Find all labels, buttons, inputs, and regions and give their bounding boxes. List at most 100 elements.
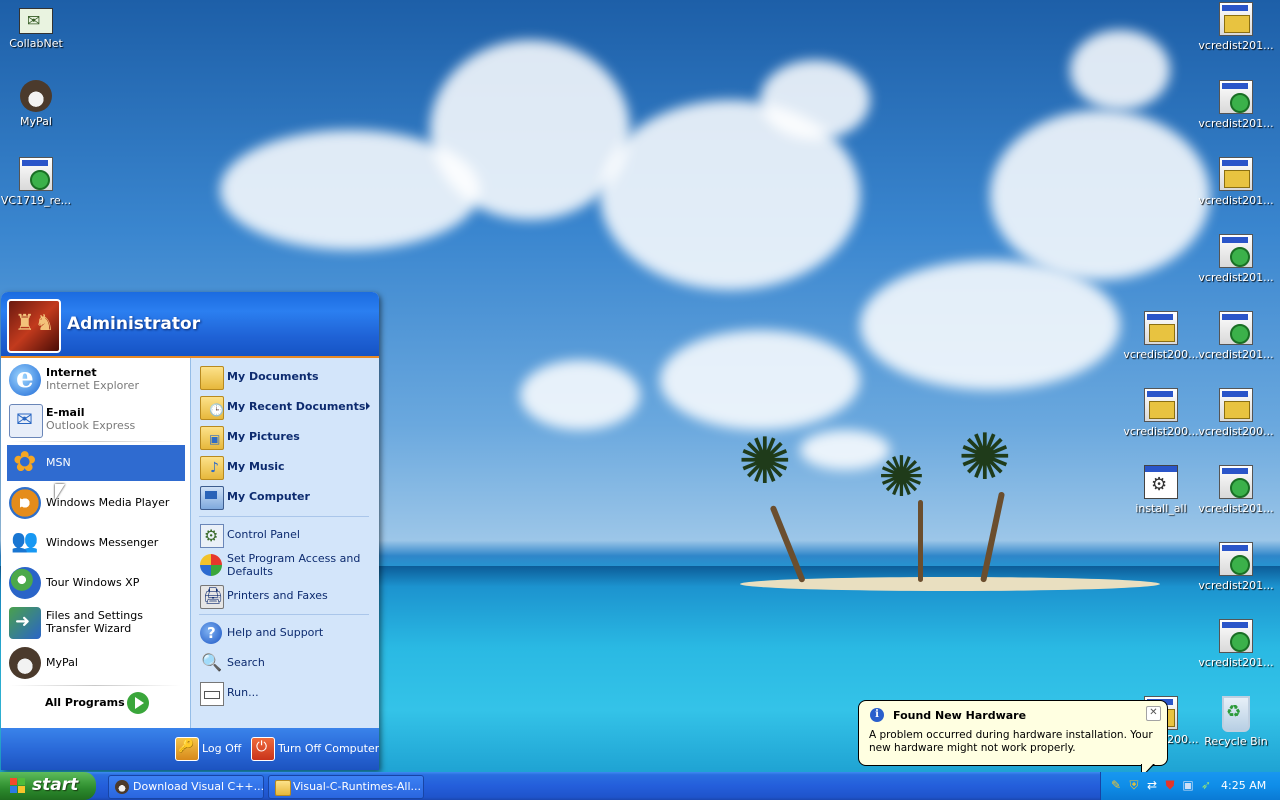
start-item-my-recent-documents[interactable]: My Recent Documents (198, 393, 376, 421)
installer-icon (1219, 311, 1253, 345)
display-icon[interactable]: ▣ (1181, 778, 1195, 792)
start-item-tour[interactable]: Tour Windows XP (7, 565, 185, 601)
taskbar-item-folder[interactable]: Visual-C-Runtimes-All... (268, 775, 424, 799)
taskbar-item-label: Visual-C-Runtimes-All... (293, 780, 421, 793)
collabnet-icon (19, 8, 53, 34)
palm-tree-leaves: ✺ (878, 445, 925, 510)
desktop-icon-install-all[interactable]: install_all (1123, 465, 1199, 515)
desktop-icon-label: install_all (1135, 502, 1187, 515)
taskbar-item-label: Download Visual C++... (133, 780, 265, 793)
item-label: Search (227, 656, 265, 669)
palm-tree (918, 500, 923, 582)
desktop-icon-vcredist[interactable]: vcredist201... (1198, 619, 1274, 669)
start-item-transfer-wizard[interactable]: Files and Settings Transfer Wizard (7, 605, 185, 641)
desktop-icon-vcredist[interactable]: vcredist201... (1198, 2, 1274, 52)
all-programs-label[interactable]: All Programs (45, 696, 125, 709)
firewall-icon[interactable]: ⛊ (1163, 778, 1177, 792)
logo-quadrant (10, 786, 17, 793)
desktop-icon-label: vcredist200... (1123, 348, 1199, 361)
wallpaper-cloud (1070, 30, 1170, 110)
start-item-search[interactable]: Search (198, 649, 376, 677)
installer-icon (1219, 2, 1253, 36)
start-menu-places-pane: My Documents My Recent Documents My Pict… (190, 358, 379, 728)
hardware-icon[interactable]: ✎ (1109, 778, 1123, 792)
start-item-my-computer[interactable]: My Computer (198, 483, 376, 511)
start-button[interactable]: start (0, 772, 96, 800)
desktop-icon-vcredist[interactable]: vcredist201... (1198, 157, 1274, 207)
separator (9, 441, 181, 442)
my-pictures-icon (200, 426, 224, 450)
separator (199, 516, 369, 517)
desktop-icon-label: vcredist201... (1198, 39, 1274, 52)
taskbar: start Download Visual C++... Visual-C-Ru… (0, 772, 1280, 800)
desktop-icon-label: CollabNet (9, 37, 63, 50)
desktop-icon-collabnet[interactable]: CollabNet (0, 4, 74, 50)
installer-icon (19, 157, 53, 191)
item-label: My Music (227, 460, 285, 473)
start-item-control-panel[interactable]: Control Panel (198, 521, 376, 549)
desktop-icon-label: Recycle Bin (1204, 735, 1268, 748)
start-item-help[interactable]: Help and Support (198, 619, 376, 647)
desktop-icon-label: vcredist200... (1123, 425, 1199, 438)
all-programs-arrow-icon[interactable] (127, 692, 149, 714)
security-shield-icon[interactable]: ⛨ (1127, 778, 1141, 792)
item-label: My Computer (227, 490, 310, 503)
tour-icon (9, 567, 41, 599)
key-icon (175, 737, 199, 761)
desktop-icon-vcredist[interactable]: vcredist200... (1123, 388, 1199, 438)
wallpaper-cloud (990, 110, 1210, 280)
desktop-icon-mypal[interactable]: MyPal (0, 80, 74, 128)
close-icon[interactable]: ✕ (1146, 706, 1161, 721)
desktop-icon-vcredist[interactable]: vcredist201... (1198, 465, 1274, 515)
log-off-button[interactable]: Log Off (175, 736, 245, 762)
desktop-icon-vcredist[interactable]: vcredist201... (1198, 311, 1274, 361)
start-item-my-music[interactable]: My Music (198, 453, 376, 481)
start-item-mypal[interactable]: MyPal (7, 645, 185, 681)
start-item-messenger[interactable]: Windows Messenger (7, 525, 185, 561)
start-item-run[interactable]: Run... (198, 679, 376, 707)
desktop-icon-vcredist[interactable]: vcredist200... (1123, 311, 1199, 361)
start-item-media-player[interactable]: Windows Media Player (7, 485, 185, 521)
user-avatar[interactable] (7, 299, 61, 353)
item-subtitle: Internet Explorer (46, 379, 139, 392)
logo-quadrant (18, 786, 25, 793)
start-item-program-access[interactable]: Set Program Access and Defaults (198, 551, 376, 581)
start-menu-header: Administrator (1, 292, 379, 358)
start-item-my-pictures[interactable]: My Pictures (198, 423, 376, 451)
item-label: Run... (227, 686, 259, 699)
outlook-express-icon (9, 404, 43, 438)
desktop-icon-vcredist[interactable]: vcredist201... (1198, 234, 1274, 284)
recycle-bin-icon (1222, 696, 1250, 732)
start-item-msn[interactable]: MSN (7, 445, 185, 481)
desktop-icon-recycle-bin[interactable]: Recycle Bin (1198, 696, 1274, 748)
item-label: MSN (46, 456, 71, 469)
item-label: MyPal (46, 656, 78, 669)
system-tray: ✎ ⛨ ⇄ ⛊ ▣ ➶ 4:25 AM (1100, 772, 1280, 800)
wallpaper-cloud (800, 430, 890, 470)
start-item-my-documents[interactable]: My Documents (198, 363, 376, 391)
mypal-icon (20, 80, 52, 112)
item-subtitle: Outlook Express (46, 419, 136, 432)
taskbar-item-download[interactable]: Download Visual C++... (108, 775, 264, 799)
desktop-icon-vc1719[interactable]: VC1719_re... (0, 157, 74, 207)
logo-quadrant (10, 778, 17, 785)
desktop-icon-vcredist[interactable]: vcredist201... (1198, 80, 1274, 130)
network-icon[interactable]: ⇄ (1145, 778, 1159, 792)
item-label: My Pictures (227, 430, 300, 443)
desktop-icon-label: vcredist201... (1198, 579, 1274, 592)
start-item-internet[interactable]: InternetInternet Explorer (7, 361, 185, 398)
desktop-icon-label: vcredist200... (1198, 425, 1274, 438)
item-label: Control Panel (227, 528, 300, 541)
notification-balloon[interactable]: i Found New Hardware ✕ A problem occurre… (858, 700, 1168, 778)
desktop-icon-vcredist[interactable]: vcredist200... (1198, 388, 1274, 438)
submenu-arrow-icon (366, 402, 370, 410)
desktop-icon-vcredist[interactable]: vcredist201... (1198, 542, 1274, 592)
start-item-email[interactable]: E-mailOutlook Express (7, 402, 185, 438)
desktop-icon-label: MyPal (20, 115, 52, 128)
safely-remove-icon[interactable]: ➶ (1199, 778, 1213, 792)
turn-off-button[interactable]: Turn Off Computer (251, 736, 379, 762)
start-menu: Administrator InternetInternet Explorer … (1, 292, 379, 770)
clock[interactable]: 4:25 AM (1221, 779, 1266, 792)
start-item-printers[interactable]: Printers and Faxes (198, 582, 376, 610)
printer-icon (200, 585, 224, 609)
